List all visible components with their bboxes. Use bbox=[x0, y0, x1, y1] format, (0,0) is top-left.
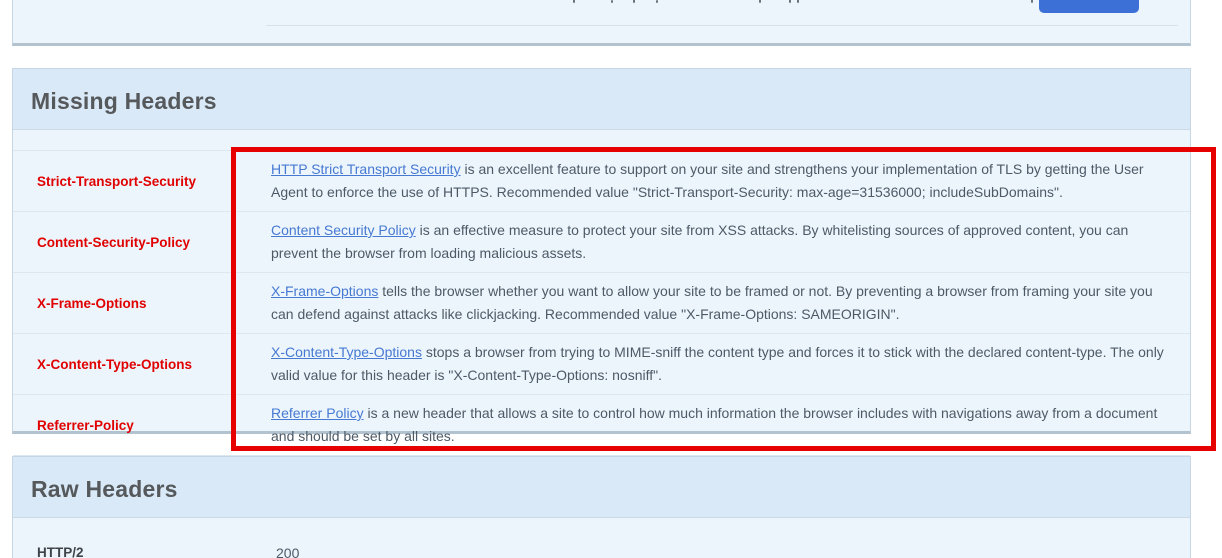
header-description: X-Frame-Options tells the browser whethe… bbox=[271, 276, 1190, 330]
section-title: Raw Headers bbox=[31, 476, 178, 502]
header-name: Strict-Transport-Security bbox=[37, 173, 197, 189]
missing-headers-body: Strict-Transport-Security HTTP Strict Tr… bbox=[13, 150, 1190, 494]
table-row: Content-Security-Policy Content Security… bbox=[13, 211, 1190, 272]
missing-headers-table: Strict-Transport-Security HTTP Strict Tr… bbox=[13, 150, 1190, 494]
header-description: Referrer Policy is a new header that all… bbox=[271, 398, 1190, 452]
raw-header-value: 200 bbox=[276, 545, 300, 558]
divider bbox=[266, 25, 1178, 26]
top-panel-clipped bbox=[12, 0, 1191, 46]
header-description-text: tells the browser whether you want to al… bbox=[271, 283, 1153, 322]
table-row: X-Content-Type-Options X-Content-Type-Op… bbox=[13, 333, 1190, 394]
table-row: Strict-Transport-Security HTTP Strict Tr… bbox=[13, 150, 1190, 211]
raw-headers-panel: Raw Headers HTTP/2 200 bbox=[12, 456, 1191, 558]
table-row: X-Frame-Options X-Frame-Options tells th… bbox=[13, 272, 1190, 333]
primary-button-clipped[interactable] bbox=[1039, 0, 1139, 13]
header-doc-link[interactable]: Referrer Policy bbox=[271, 405, 364, 421]
header-doc-link[interactable]: X-Frame-Options bbox=[271, 283, 378, 299]
header-description: HTTP Strict Transport Security is an exc… bbox=[271, 154, 1190, 208]
header-name: X-Content-Type-Options bbox=[37, 356, 192, 372]
header-name: X-Frame-Options bbox=[37, 295, 147, 311]
raw-headers-body: HTTP/2 200 bbox=[13, 518, 1190, 558]
missing-headers-panel: Missing Headers Strict-Transport-Securit… bbox=[12, 68, 1191, 494]
header-doc-link[interactable]: X-Content-Type-Options bbox=[271, 344, 422, 360]
header-description: X-Content-Type-Options stops a browser f… bbox=[271, 337, 1190, 391]
raw-header-name: HTTP/2 bbox=[37, 545, 84, 558]
header-name: Content-Security-Policy bbox=[37, 234, 191, 250]
table-row: Referrer-Policy Referrer Policy is a new… bbox=[13, 394, 1190, 455]
raw-headers-header: Raw Headers bbox=[13, 457, 1190, 518]
section-title: Missing Headers bbox=[31, 88, 217, 114]
header-description: Content Security Policy is an effective … bbox=[271, 215, 1190, 269]
raw-header-row: HTTP/2 200 bbox=[13, 518, 1190, 558]
header-doc-link[interactable]: Content Security Policy bbox=[271, 222, 416, 238]
header-description-text: is a new header that allows a site to co… bbox=[271, 405, 1158, 444]
missing-headers-header: Missing Headers bbox=[13, 69, 1190, 130]
header-name: Referrer-Policy bbox=[37, 417, 134, 433]
header-doc-link[interactable]: HTTP Strict Transport Security bbox=[271, 161, 461, 177]
page: Missing Headers Strict-Transport-Securit… bbox=[0, 0, 1222, 558]
